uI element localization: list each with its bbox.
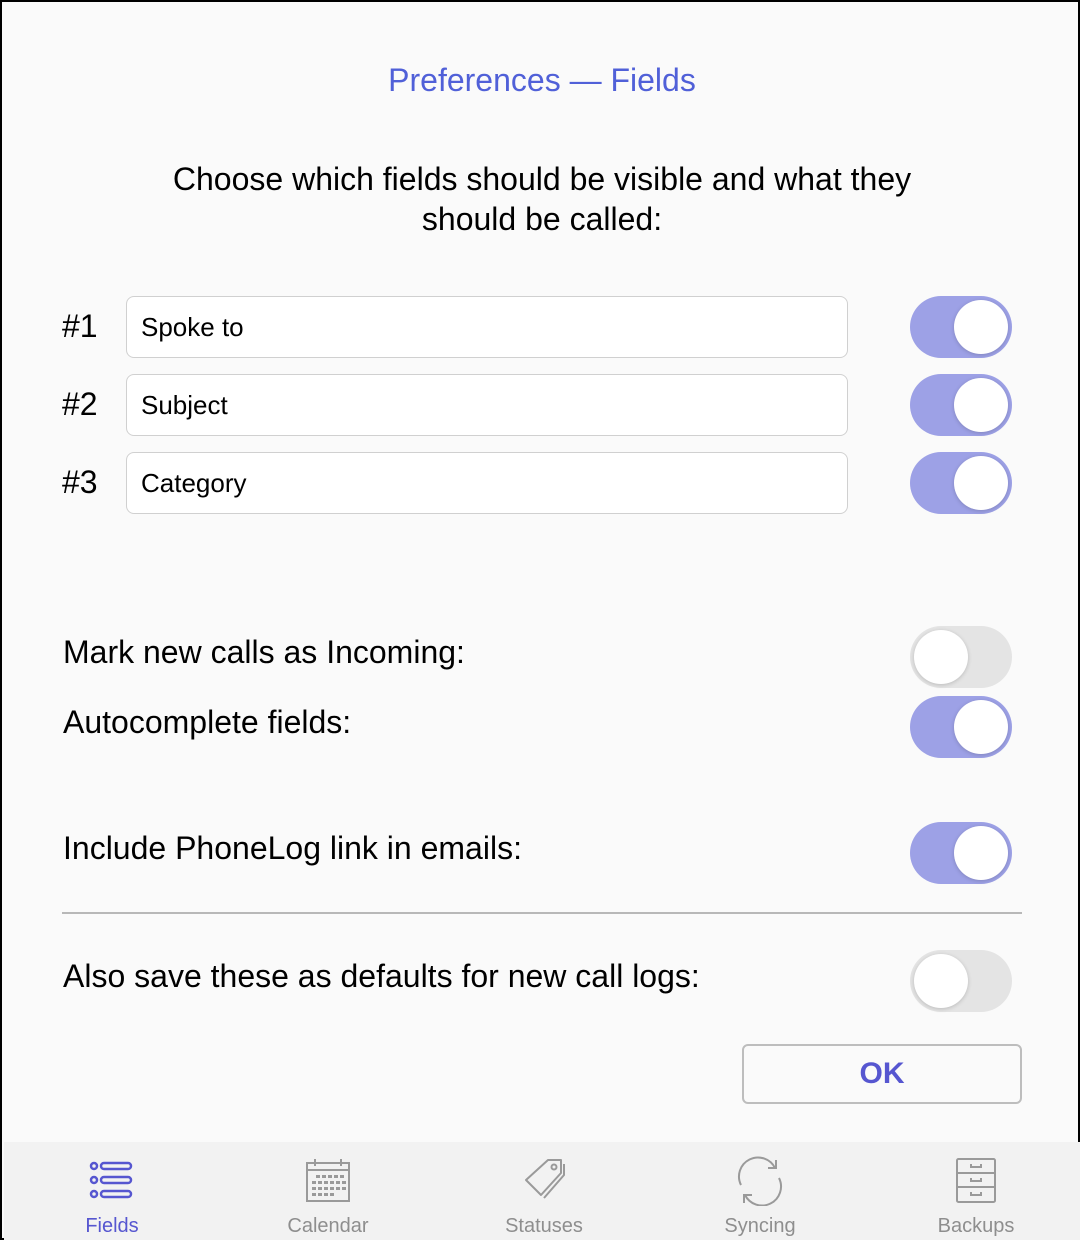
tab-label: Backups (937, 1215, 1015, 1237)
tab-bar: Fields Calendar Statuses Syncing Backups (4, 1142, 1080, 1240)
toggle-knob (954, 300, 1008, 354)
tab-label: Fields (85, 1215, 139, 1237)
list-icon (89, 1161, 133, 1199)
save-defaults-toggle[interactable] (910, 950, 1012, 1012)
field-name-input-3[interactable] (126, 452, 848, 514)
autocomplete-label: Autocomplete fields: (63, 704, 352, 740)
intro-text: Choose which fields should be visible an… (172, 161, 912, 237)
include-link-toggle[interactable] (910, 822, 1012, 884)
field-name-input-1[interactable] (126, 296, 848, 358)
toggle-knob (954, 456, 1008, 510)
mark-incoming-toggle[interactable] (910, 626, 1012, 688)
tab-label: Statuses (505, 1215, 583, 1237)
toggle-knob (954, 826, 1008, 880)
tab-statuses[interactable]: Statuses (436, 1142, 652, 1240)
autocomplete-toggle[interactable] (910, 696, 1012, 758)
field-3-visible-toggle[interactable] (910, 452, 1012, 514)
mark-incoming-label: Mark new calls as Incoming: (63, 634, 465, 670)
preferences-window: Preferences — Fields Choose which fields… (0, 0, 1080, 1240)
tab-label: Syncing (724, 1215, 796, 1237)
page-title: Preferences — Fields (388, 62, 696, 98)
tab-fields[interactable]: Fields (4, 1142, 220, 1240)
divider (62, 912, 1022, 914)
tab-label: Calendar (287, 1215, 369, 1237)
tab-syncing[interactable]: Syncing (652, 1142, 868, 1240)
field-2-visible-toggle[interactable] (910, 374, 1012, 436)
save-defaults-label: Also save these as defaults for new call… (63, 958, 700, 994)
field-name-input-2[interactable] (126, 374, 848, 436)
toggle-knob (954, 700, 1008, 754)
sync-icon (738, 1156, 782, 1206)
tab-backups[interactable]: Backups (868, 1142, 1080, 1240)
field-number: #3 (62, 464, 98, 500)
field-number: #2 (62, 386, 98, 422)
tab-calendar[interactable]: Calendar (220, 1142, 436, 1240)
tags-icon (525, 1159, 565, 1199)
toggle-knob (914, 630, 968, 684)
include-link-label: Include PhoneLog link in emails: (63, 830, 522, 866)
calendar-icon (306, 1159, 350, 1202)
cabinet-icon (956, 1158, 996, 1203)
toggle-knob (914, 954, 968, 1008)
toggle-knob (954, 378, 1008, 432)
field-number: #1 (62, 308, 98, 344)
field-1-visible-toggle[interactable] (910, 296, 1012, 358)
ok-button[interactable]: OK (742, 1044, 1022, 1104)
